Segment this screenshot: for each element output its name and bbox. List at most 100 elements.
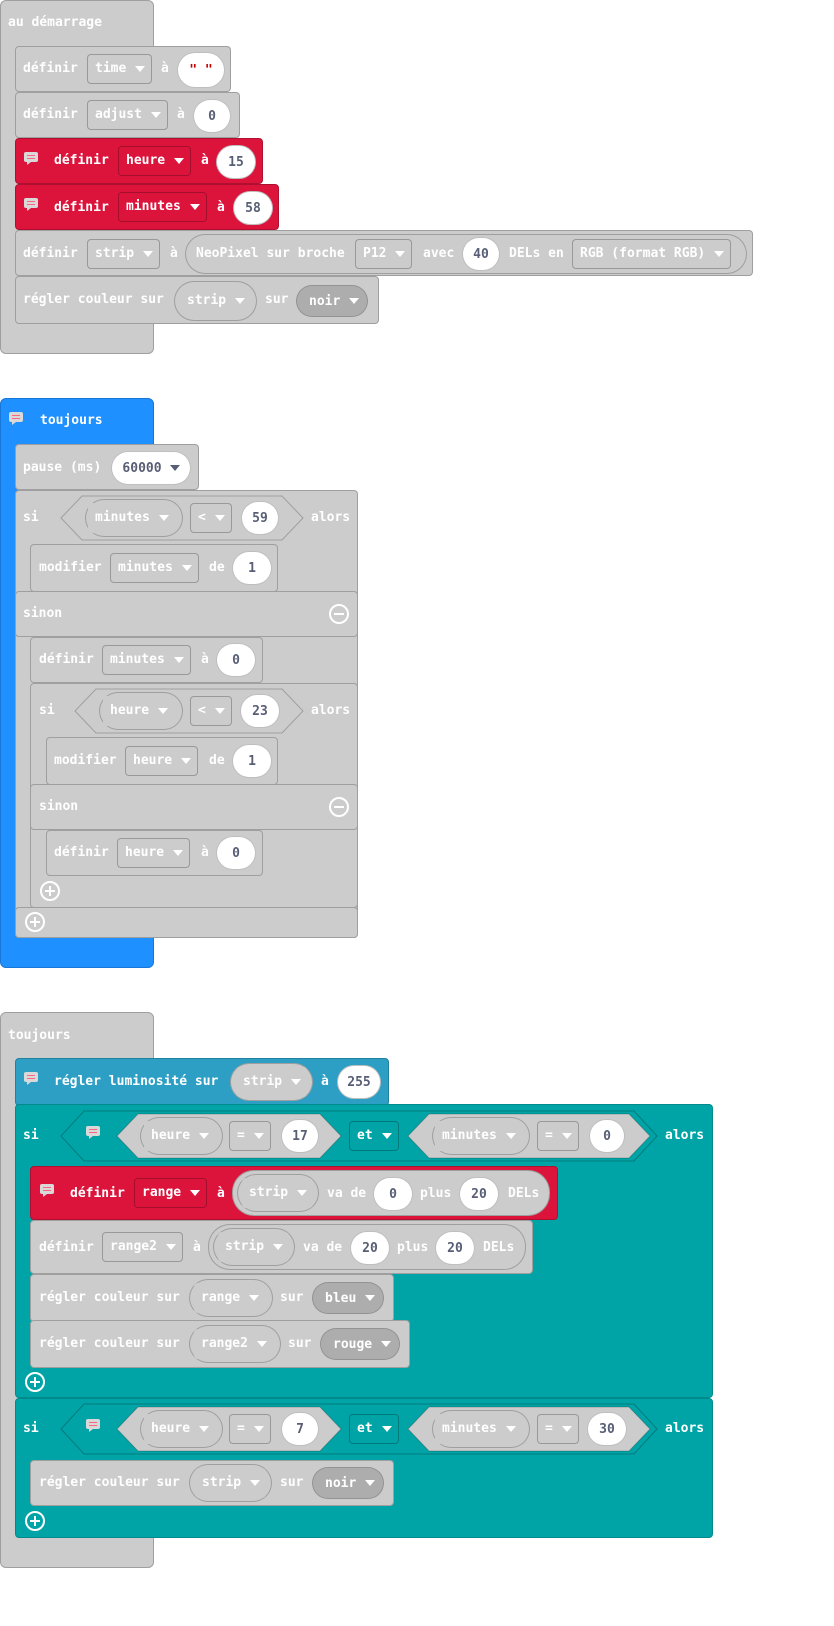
variable-dropdown-strip[interactable]: strip <box>218 1232 290 1262</box>
variable-dropdown-minutes[interactable]: minutes <box>88 503 175 533</box>
comment-icon[interactable] <box>24 1072 38 1085</box>
to-label: à <box>161 61 169 76</box>
number-input[interactable]: 20 <box>350 1231 390 1265</box>
remove-else-icon[interactable] <box>329 604 349 624</box>
operator-dropdown[interactable]: = <box>229 1414 271 1444</box>
variable-dropdown-minutes[interactable]: minutes <box>110 553 199 583</box>
variable-dropdown-minutes[interactable]: minutes <box>435 1121 522 1151</box>
chevron-down-icon <box>381 1426 392 1432</box>
color-dropdown[interactable]: noir <box>296 285 369 317</box>
text-value-input[interactable]: " " <box>177 52 225 88</box>
variable-dropdown-range2[interactable]: range2 <box>102 1232 183 1262</box>
leds-in-label: DELs en <box>509 246 564 261</box>
to-label: à <box>217 1186 225 1201</box>
chevron-down-icon <box>158 515 169 521</box>
to-label: à <box>321 1074 329 1089</box>
logic-dropdown[interactable]: et <box>349 1121 399 1151</box>
operator-dropdown[interactable]: < <box>190 696 232 726</box>
color-dropdown[interactable]: bleu <box>312 1282 385 1314</box>
then-keyword: alors <box>665 1421 705 1436</box>
color-dropdown[interactable]: rouge <box>320 1328 401 1360</box>
number-input[interactable]: 255 <box>337 1065 381 1099</box>
variable-dropdown-minutes[interactable]: minutes <box>102 645 191 675</box>
logic-dropdown[interactable]: et <box>349 1414 399 1444</box>
variable-dropdown-heure[interactable]: heure <box>144 1414 216 1444</box>
variable-dropdown-heure[interactable]: heure <box>117 838 191 868</box>
plus-label: plus <box>397 1240 429 1255</box>
number-input[interactable]: 1 <box>232 744 272 778</box>
number-input[interactable]: 59 <box>241 501 279 535</box>
number-input[interactable]: 0 <box>193 99 231 133</box>
variable-dropdown-range2[interactable]: range2 <box>194 1329 273 1359</box>
variable-dropdown-range[interactable]: range <box>194 1283 266 1313</box>
number-input[interactable]: 0 <box>216 836 256 870</box>
number-input[interactable]: 1 <box>232 551 272 585</box>
to-label: à <box>170 246 178 261</box>
variable-dropdown-heure[interactable]: heure <box>144 1121 216 1151</box>
if-keyword: si <box>39 703 55 718</box>
number-input[interactable]: 0 <box>373 1177 413 1211</box>
operator-dropdown[interactable]: = <box>537 1414 579 1444</box>
number-input[interactable]: 17 <box>281 1119 319 1153</box>
comment-icon[interactable] <box>24 198 38 211</box>
number-input[interactable]: 20 <box>459 1177 499 1211</box>
variable-dropdown-adjust[interactable]: adjust <box>87 100 168 130</box>
chevron-down-icon <box>395 251 406 257</box>
led-count-input[interactable]: 40 <box>462 237 500 271</box>
number-input[interactable]: 23 <box>240 694 280 728</box>
number-input[interactable]: 0 <box>216 643 256 677</box>
comment-icon[interactable] <box>86 1419 100 1432</box>
variable-dropdown-range[interactable]: range <box>134 1178 208 1208</box>
variable-dropdown-strip[interactable]: strip <box>87 239 161 269</box>
then-keyword: alors <box>311 510 351 525</box>
set-color-keyword: régler couleur sur <box>39 1475 180 1490</box>
number-input[interactable]: 0 <box>589 1119 625 1153</box>
add-elseif-icon[interactable] <box>25 1511 45 1531</box>
variable-dropdown-heure[interactable]: heure <box>118 146 192 176</box>
add-elseif-icon[interactable] <box>40 881 60 901</box>
number-input[interactable]: 7 <box>281 1412 319 1446</box>
pin-dropdown[interactable]: P12 <box>355 239 413 269</box>
variable-dropdown-minutes[interactable]: minutes <box>118 192 207 222</box>
variable-dropdown-heure[interactable]: heure <box>103 696 175 726</box>
set-keyword: définir <box>54 200 109 215</box>
add-elseif-icon[interactable] <box>25 1372 45 1392</box>
variable-dropdown-heure[interactable]: heure <box>125 746 199 776</box>
chevron-down-icon <box>158 708 169 714</box>
operator-dropdown[interactable]: < <box>190 503 232 533</box>
color-dropdown[interactable]: noir <box>312 1467 385 1499</box>
set-keyword: définir <box>39 652 94 667</box>
operator-dropdown[interactable]: = <box>537 1121 579 1151</box>
comment-icon[interactable] <box>24 152 38 165</box>
pin-label: P12 <box>363 246 387 261</box>
variable-dropdown-strip[interactable]: strip <box>242 1178 314 1208</box>
chevron-down-icon <box>150 112 161 118</box>
comment-icon[interactable] <box>9 412 23 425</box>
leds-label: DELs <box>483 1240 515 1255</box>
mode-dropdown[interactable]: RGB (format RGB) <box>572 239 732 269</box>
else-keyword: sinon <box>23 606 63 621</box>
else-keyword: sinon <box>39 799 79 814</box>
by-label: de <box>209 560 225 575</box>
remove-else-icon[interactable] <box>329 797 349 817</box>
chevron-down-icon <box>190 1190 201 1196</box>
variable-dropdown-strip[interactable]: strip <box>236 1067 308 1097</box>
set-keyword: définir <box>23 61 78 76</box>
variable-dropdown-strip[interactable]: strip <box>180 286 252 316</box>
number-input[interactable]: 58 <box>233 191 273 225</box>
pause-dropdown[interactable]: 60000 <box>111 451 191 485</box>
number-input[interactable]: 15 <box>216 145 256 179</box>
number-input[interactable]: 30 <box>587 1412 627 1446</box>
variable-dropdown-minutes[interactable]: minutes <box>435 1414 522 1444</box>
comment-icon[interactable] <box>40 1184 54 1197</box>
chevron-down-icon <box>253 1133 264 1139</box>
number-input[interactable]: 20 <box>435 1231 475 1265</box>
forever-title: toujours <box>40 413 103 428</box>
variable-dropdown-time[interactable]: time <box>87 54 153 84</box>
operator-dropdown[interactable]: = <box>229 1121 271 1151</box>
comment-icon[interactable] <box>86 1126 100 1139</box>
chevron-down-icon <box>235 298 246 304</box>
chevron-down-icon <box>561 1426 572 1432</box>
variable-dropdown-strip[interactable]: strip <box>195 1468 267 1498</box>
add-elseif-icon[interactable] <box>25 912 45 932</box>
